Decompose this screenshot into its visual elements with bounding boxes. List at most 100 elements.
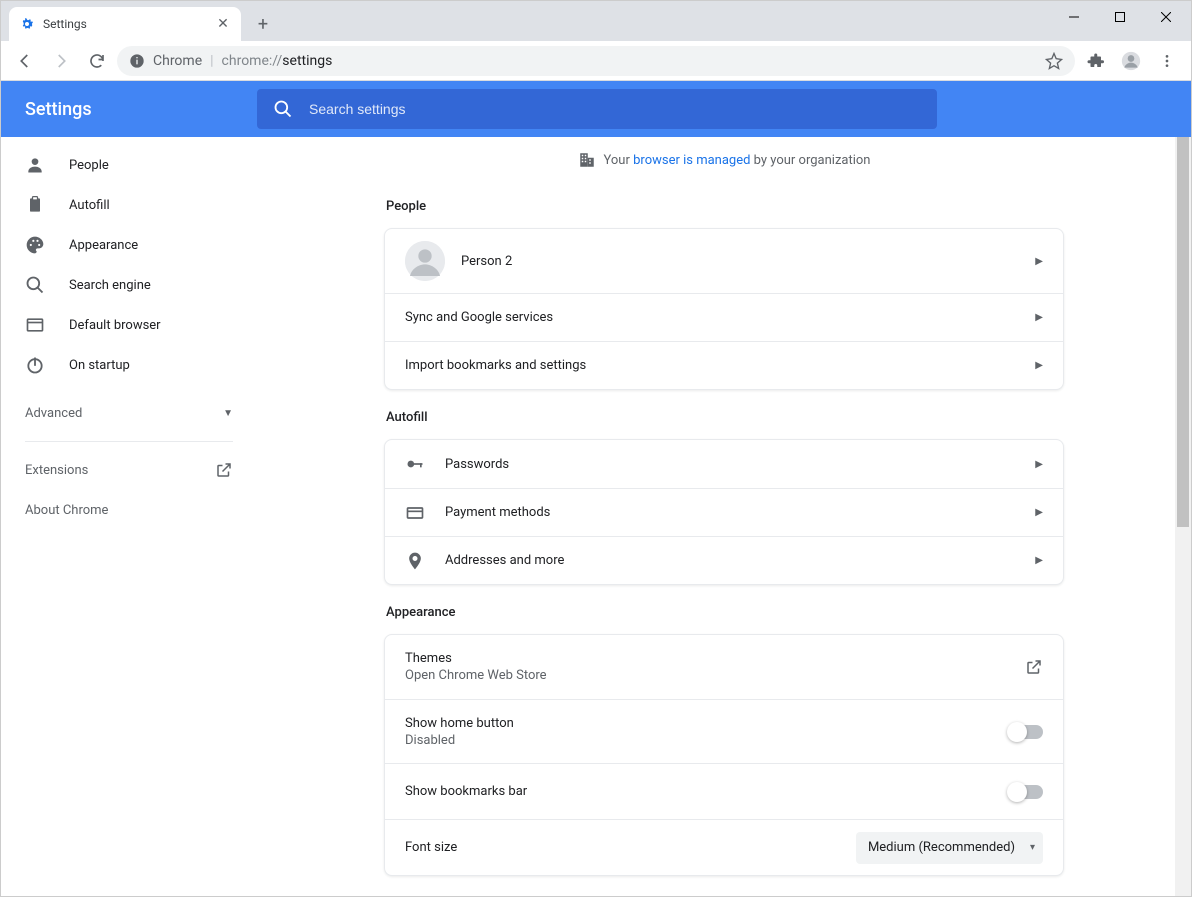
chevron-down-icon: ▼ <box>223 408 233 419</box>
tab-title: Settings <box>43 17 87 31</box>
key-icon <box>405 454 445 474</box>
settings-header-title: Settings <box>1 99 257 120</box>
chevron-right-icon: ▶ <box>1035 507 1043 518</box>
titlebar: Settings ✕ + <box>1 1 1191 41</box>
import-row[interactable]: Import bookmarks and settings ▶ <box>385 341 1063 389</box>
sidebar-item-label: Appearance <box>69 238 138 253</box>
import-label: Import bookmarks and settings <box>405 358 586 373</box>
clipboard-icon <box>25 195 45 215</box>
toolbar: Chrome | chrome://settings <box>1 41 1191 81</box>
search-icon <box>273 99 293 119</box>
new-tab-button[interactable]: + <box>249 10 277 38</box>
extensions-icon[interactable] <box>1079 45 1111 77</box>
sync-label: Sync and Google services <box>405 310 553 325</box>
passwords-label: Passwords <box>445 457 509 472</box>
themes-row[interactable]: Themes Open Chrome Web Store <box>385 635 1063 699</box>
scrollbar[interactable] <box>1175 137 1191 896</box>
search-settings-box[interactable] <box>257 89 937 129</box>
sidebar-about-chrome[interactable]: About Chrome <box>1 490 257 530</box>
address-bar[interactable]: Chrome | chrome://settings <box>117 46 1075 76</box>
banner-suffix: by your organization <box>750 153 870 168</box>
bookmarks-bar-row[interactable]: Show bookmarks bar <box>385 763 1063 819</box>
bookmark-star-icon[interactable] <box>1045 52 1063 70</box>
settings-gear-icon <box>19 16 35 32</box>
settings-main: Your browser is managed by your organiza… <box>257 137 1191 896</box>
sidebar-item-appearance[interactable]: Appearance <box>1 225 257 265</box>
sync-row[interactable]: Sync and Google services ▶ <box>385 293 1063 341</box>
sidebar-item-autofill[interactable]: Autofill <box>1 185 257 225</box>
themes-sublabel: Open Chrome Web Store <box>405 668 547 683</box>
sidebar-item-default-browser[interactable]: Default browser <box>1 305 257 345</box>
avatar-icon <box>405 241 445 281</box>
sidebar-item-on-startup[interactable]: On startup <box>1 345 257 385</box>
managed-banner: Your browser is managed by your organiza… <box>578 137 871 179</box>
settings-sidebar: People Autofill Appearance Search engine… <box>1 137 257 896</box>
sidebar-item-label: Search engine <box>69 278 151 293</box>
chevron-right-icon: ▶ <box>1035 555 1043 566</box>
sidebar-item-label: Default browser <box>69 318 161 333</box>
close-tab-icon[interactable]: ✕ <box>215 16 231 32</box>
sidebar-item-label: Autofill <box>69 198 110 213</box>
menu-icon[interactable] <box>1151 45 1183 77</box>
chevron-right-icon: ▶ <box>1035 312 1043 323</box>
credit-card-icon <box>405 503 445 523</box>
font-size-label: Font size <box>405 840 457 855</box>
section-title-autofill: Autofill <box>386 410 1064 425</box>
forward-button[interactable] <box>45 45 77 77</box>
sidebar-about-label: About Chrome <box>25 503 108 518</box>
sidebar-extensions[interactable]: Extensions <box>1 450 257 490</box>
browser-icon <box>25 315 45 335</box>
url-scheme: chrome:// <box>222 53 283 69</box>
omnibox-label: Chrome <box>153 53 202 69</box>
sidebar-item-label: People <box>69 158 109 173</box>
url-path: settings <box>282 53 332 69</box>
bookmarks-bar-toggle[interactable] <box>1009 785 1043 799</box>
banner-managed-link[interactable]: browser is managed <box>633 153 750 168</box>
sidebar-advanced-label: Advanced <box>25 406 82 421</box>
people-card: Person 2 ▶ Sync and Google services ▶ Im… <box>384 228 1064 390</box>
power-icon <box>25 355 45 375</box>
passwords-row[interactable]: Passwords ▶ <box>385 440 1063 488</box>
payment-row[interactable]: Payment methods ▶ <box>385 488 1063 536</box>
appearance-card: Themes Open Chrome Web Store Show home b… <box>384 634 1064 876</box>
search-icon <box>25 275 45 295</box>
reload-button[interactable] <box>81 45 113 77</box>
maximize-button[interactable] <box>1097 1 1143 33</box>
chevron-right-icon: ▶ <box>1035 360 1043 371</box>
home-button-row[interactable]: Show home button Disabled <box>385 699 1063 763</box>
sidebar-advanced[interactable]: Advanced ▼ <box>1 393 257 433</box>
minimize-button[interactable] <box>1051 1 1097 33</box>
profile-avatar-icon[interactable] <box>1115 45 1147 77</box>
font-size-dropdown[interactable]: Medium (Recommended) <box>856 832 1043 864</box>
font-size-row: Font size Medium (Recommended) <box>385 819 1063 875</box>
home-button-toggle[interactable] <box>1009 725 1043 739</box>
palette-icon <box>25 235 45 255</box>
browser-tab[interactable]: Settings ✕ <box>9 7 241 41</box>
open-external-icon <box>215 461 233 479</box>
site-info-icon[interactable] <box>129 53 145 69</box>
back-button[interactable] <box>9 45 41 77</box>
sidebar-extensions-label: Extensions <box>25 463 88 478</box>
open-external-icon <box>1025 658 1043 676</box>
sidebar-item-label: On startup <box>69 358 130 373</box>
home-button-label: Show home button <box>405 716 514 731</box>
addresses-label: Addresses and more <box>445 553 564 568</box>
autofill-card: Passwords ▶ Payment methods ▶ Addresses … <box>384 439 1064 585</box>
addresses-row[interactable]: Addresses and more ▶ <box>385 536 1063 584</box>
sidebar-item-search-engine[interactable]: Search engine <box>1 265 257 305</box>
managed-org-icon <box>578 151 596 169</box>
settings-header: Settings <box>1 81 1191 137</box>
banner-prefix: Your <box>604 153 634 168</box>
close-window-button[interactable] <box>1143 1 1189 33</box>
divider <box>25 441 233 442</box>
search-settings-input[interactable] <box>309 101 921 117</box>
section-title-people: People <box>386 199 1064 214</box>
bookmarks-bar-label: Show bookmarks bar <box>405 784 527 799</box>
home-button-state: Disabled <box>405 733 514 748</box>
profile-row[interactable]: Person 2 ▶ <box>385 229 1063 293</box>
section-title-appearance: Appearance <box>386 605 1064 620</box>
sidebar-item-people[interactable]: People <box>1 145 257 185</box>
location-icon <box>405 551 445 571</box>
chevron-right-icon: ▶ <box>1035 256 1043 267</box>
font-size-value: Medium (Recommended) <box>868 840 1015 855</box>
